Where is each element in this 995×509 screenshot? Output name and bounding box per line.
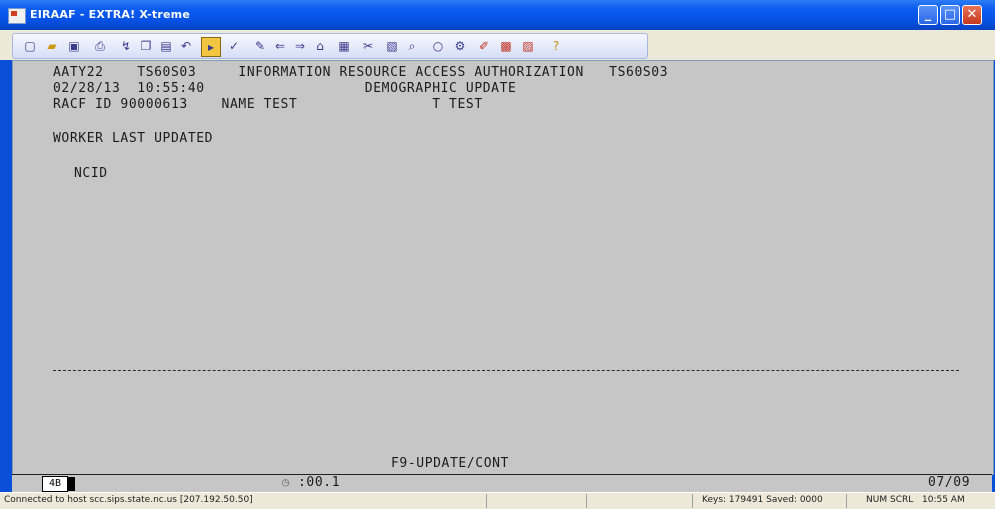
open-icon[interactable]: ▰	[43, 37, 61, 55]
cursor-position: 07/09	[928, 475, 971, 490]
new-session-icon[interactable]: ▢	[21, 37, 39, 55]
num-lock-indicator: NUM	[866, 495, 888, 505]
print-icon[interactable]: ⎙	[91, 37, 109, 55]
status-bar: Connected to host scc.sips.state.nc.us […	[0, 492, 995, 509]
settings-icon[interactable]: ⚙	[451, 37, 469, 55]
undo-icon[interactable]: ↶	[177, 37, 195, 55]
copy-icon[interactable]: ❐	[137, 37, 155, 55]
separator-line	[53, 370, 959, 371]
divider	[692, 494, 693, 508]
scroll-lock-indicator: SCRL	[890, 495, 914, 505]
transfer-icon[interactable]: ↯	[117, 37, 135, 55]
divider	[486, 494, 487, 508]
timer-icon: ◷	[282, 475, 290, 489]
toolbar: ▢ ▰ ▣ ⎙ ↯ ❐ ▤ ↶ ▸ ✓ ✎ ⇐ ⇒ ⌂ ▦ ✂ ▧ ⌕ ○ ⚙ …	[0, 30, 995, 60]
header-line: AATY22 TS60S03 INFORMATION RESOURCE ACCE…	[53, 65, 669, 80]
terminal-screen[interactable]: AATY22 TS60S03 INFORMATION RESOURCE ACCE…	[12, 60, 994, 475]
minimize-button[interactable]: _	[918, 5, 938, 25]
home-icon[interactable]: ⌂	[311, 37, 329, 55]
tools-icon[interactable]: ✂	[359, 37, 377, 55]
edit-icon[interactable]: ✎	[251, 37, 269, 55]
forward-icon[interactable]: ⇒	[291, 37, 309, 55]
connection-status: Connected to host scc.sips.state.nc.us […	[4, 495, 253, 505]
close-button[interactable]: ✕	[962, 5, 982, 25]
edit-hotspot-icon[interactable]: ✐	[475, 37, 493, 55]
title-bar[interactable]: EIRAAF - EXTRA! X-treme _ □ ✕	[0, 0, 995, 30]
clipboard-icon[interactable]: ▧	[383, 37, 401, 55]
worker-last-updated-label: WORKER LAST UPDATED	[53, 131, 214, 146]
window-title: EIRAAF - EXTRA! X-treme	[30, 8, 190, 21]
operator-info-area: 4B ◷ :00.1 07/09	[12, 474, 992, 492]
macro-icon[interactable]: ▸	[201, 37, 221, 57]
help-icon[interactable]: ?	[547, 37, 565, 55]
back-icon[interactable]: ⇐	[271, 37, 289, 55]
save-icon[interactable]: ▣	[65, 37, 83, 55]
keys-count: Keys: 179491 Saved: 0000	[702, 495, 823, 505]
quickpad-icon[interactable]: ▦	[335, 37, 353, 55]
grid-icon[interactable]: ▩	[497, 37, 515, 55]
run-macro-icon[interactable]: ✓	[225, 37, 243, 55]
application-window: EIRAAF - EXTRA! X-treme _ □ ✕ ▢ ▰ ▣ ⎙ ↯ …	[0, 0, 995, 509]
paste-icon[interactable]: ▤	[157, 37, 175, 55]
ncid-label: NCID	[74, 166, 108, 181]
circle-icon[interactable]: ○	[429, 37, 447, 55]
racf-id-line: RACF ID 90000613 NAME TEST T TEST	[53, 97, 483, 112]
toolbar-band: ▢ ▰ ▣ ⎙ ↯ ❐ ▤ ↶ ▸ ✓ ✎ ⇐ ⇒ ⌂ ▦ ✂ ▧ ⌕ ○ ⚙ …	[12, 33, 648, 59]
divider	[586, 494, 587, 508]
maximize-button[interactable]: □	[940, 5, 960, 25]
divider	[846, 494, 847, 508]
function-key-hint: F9-UPDATE/CONT	[391, 456, 509, 471]
chart-icon[interactable]: ▨	[519, 37, 537, 55]
find-icon[interactable]: ⌕	[403, 37, 421, 55]
session-indicator: 4B	[42, 476, 75, 492]
response-timer: :00.1	[298, 475, 341, 490]
app-icon[interactable]	[8, 8, 26, 24]
clock: 10:55 AM	[922, 495, 965, 505]
date-time-line: 02/28/13 10:55:40 DEMOGRAPHIC UPDATE	[53, 81, 517, 96]
